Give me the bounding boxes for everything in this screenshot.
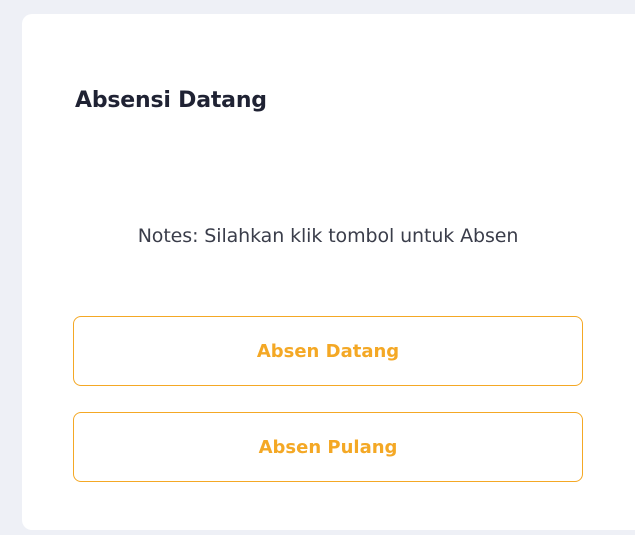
- attendance-card: Absensi Datang Notes: Silahkan klik tomb…: [22, 14, 635, 530]
- absen-datang-button[interactable]: Absen Datang: [73, 316, 583, 386]
- notes-text: Notes: Silahkan klik tombol untuk Absen: [137, 225, 519, 247]
- absen-pulang-button[interactable]: Absen Pulang: [73, 412, 583, 482]
- card-title: Absensi Datang: [75, 88, 267, 113]
